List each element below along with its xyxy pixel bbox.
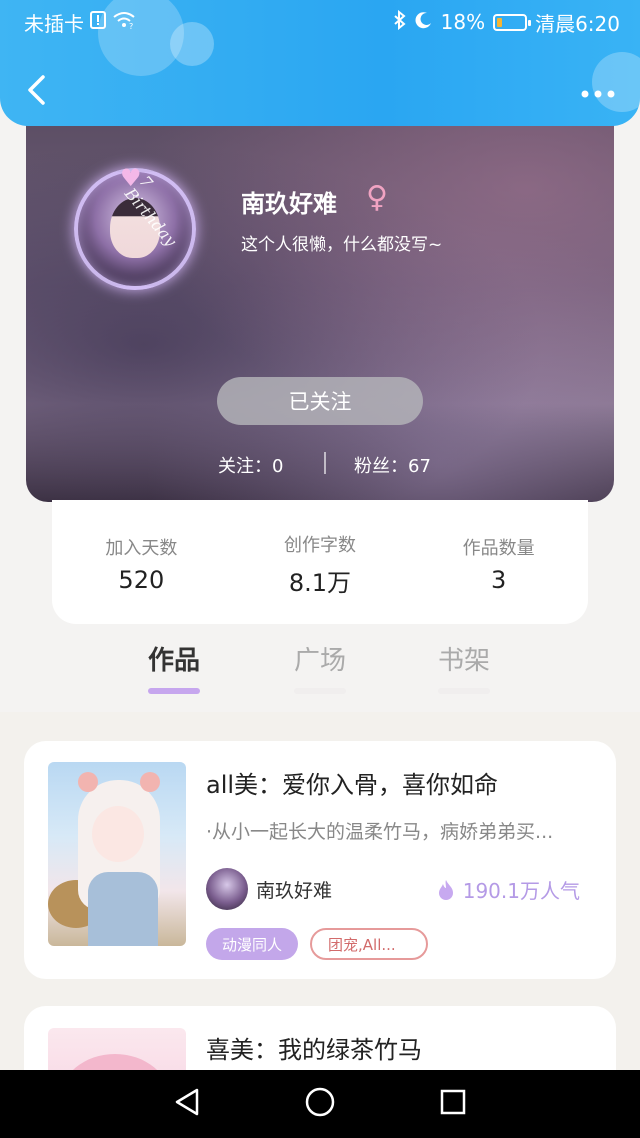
tab-label: 广场: [293, 646, 346, 676]
following-label: 关注：: [218, 456, 272, 477]
nav-back-button[interactable]: [157, 1074, 217, 1134]
more-dots-icon: [581, 83, 615, 102]
divider: [324, 452, 326, 474]
stat-works-count: 作品数量 3: [414, 534, 584, 594]
cover-art-horn: [140, 772, 160, 792]
author-name: 南玖好难: [256, 879, 333, 902]
fans-value: 67: [408, 456, 431, 477]
stat-label: 加入天数: [105, 538, 178, 559]
cover-art-dress: [88, 872, 158, 946]
carrier-text: 未插卡: [24, 11, 84, 36]
profile-banner: ♥ 7 Birthday 南玖好难 ♀ 这个人很懒，什么都没写~ 已关注 关注：…: [26, 110, 614, 502]
profile-bio: 这个人很懒，什么都没写~: [241, 235, 443, 255]
stat-label: 创作字数: [283, 534, 356, 556]
tab-indicator: [438, 688, 490, 694]
app-header: 未插卡 ? 18% 清晨6:20: [0, 0, 640, 126]
work-card[interactable]: all美：爱你入骨，喜你如命 ·从小一起长大的温柔竹马，病娇弟弟买... 南玖好…: [24, 741, 616, 979]
tab-indicator: [294, 688, 346, 694]
work-title[interactable]: all美：爱你入骨，喜你如命: [206, 765, 498, 800]
fans-label: 粉丝：: [354, 456, 408, 477]
wifi-icon: ?: [112, 10, 136, 34]
content-tabs: 作品 广场 书架: [0, 640, 640, 702]
tab-bookshelf[interactable]: 书架: [424, 640, 504, 694]
nav-recents-button[interactable]: [423, 1074, 483, 1134]
svg-text:?: ?: [129, 22, 133, 29]
tab-square[interactable]: 广场: [280, 640, 360, 694]
battery-icon: [493, 13, 532, 31]
following-value: 0: [272, 456, 284, 477]
work-tags: 动漫同人 团宠,All...: [206, 928, 429, 960]
tab-label: 书架: [437, 646, 490, 676]
tag[interactable]: 团宠,All...: [310, 928, 429, 960]
status-bar: 未插卡 ? 18% 清晨6:20: [0, 0, 640, 44]
battery-percent: 18%: [440, 10, 486, 34]
more-button[interactable]: [578, 78, 618, 106]
tab-works[interactable]: 作品: [134, 640, 214, 694]
system-nav-bar: [0, 1070, 640, 1138]
female-icon: ♀: [366, 180, 388, 215]
cover-art-face: [92, 806, 144, 862]
moon-icon: [415, 10, 433, 34]
tab-indicator: [148, 688, 200, 694]
cover-art-horn: [78, 772, 98, 792]
work-author[interactable]: 南玖好难: [206, 867, 332, 911]
back-button[interactable]: [18, 72, 54, 112]
tab-label: 作品: [147, 646, 200, 676]
tag[interactable]: 动漫同人: [206, 928, 299, 960]
nav-home-button[interactable]: [290, 1074, 350, 1134]
follow-button[interactable]: 已关注: [217, 377, 423, 425]
fans-count[interactable]: 粉丝：67: [354, 452, 431, 478]
work-description: ·从小一起长大的温柔竹马，病娇弟弟买...: [206, 821, 554, 843]
author-avatar: [206, 868, 248, 910]
nav-recents-icon: [439, 1088, 467, 1120]
stat-value: 8.1万: [288, 568, 352, 597]
nav-back-icon: [173, 1087, 201, 1121]
stat-word-count: 创作字数 8.1万: [235, 531, 405, 598]
back-arrow-icon: [25, 74, 47, 110]
stat-value: 3: [491, 566, 507, 594]
follow-stats: 关注：0 粉丝：67: [26, 450, 614, 478]
avatar[interactable]: ♥ 7 Birthday: [72, 154, 200, 294]
bluetooth-icon: [393, 9, 407, 35]
stat-value: 520: [118, 566, 165, 594]
clock: 清晨6:20: [535, 11, 620, 36]
sim-alert-icon: [90, 10, 106, 34]
battery-level: [497, 17, 503, 27]
nav-home-icon: [304, 1086, 336, 1122]
profile-name: 南玖好难: [241, 190, 337, 218]
work-cover[interactable]: [48, 762, 186, 946]
stats-card: 加入天数 520 创作字数 8.1万 作品数量 3: [52, 500, 588, 624]
stat-label: 作品数量: [462, 538, 535, 559]
work-title[interactable]: 喜美：我的绿茶竹马: [206, 1030, 422, 1065]
popularity: 190.1万人气: [437, 875, 580, 904]
fire-icon: [437, 879, 455, 901]
popularity-value: 190.1万人气: [462, 879, 580, 903]
following-count[interactable]: 关注：0: [218, 452, 283, 478]
stat-join-days: 加入天数 520: [56, 534, 226, 594]
